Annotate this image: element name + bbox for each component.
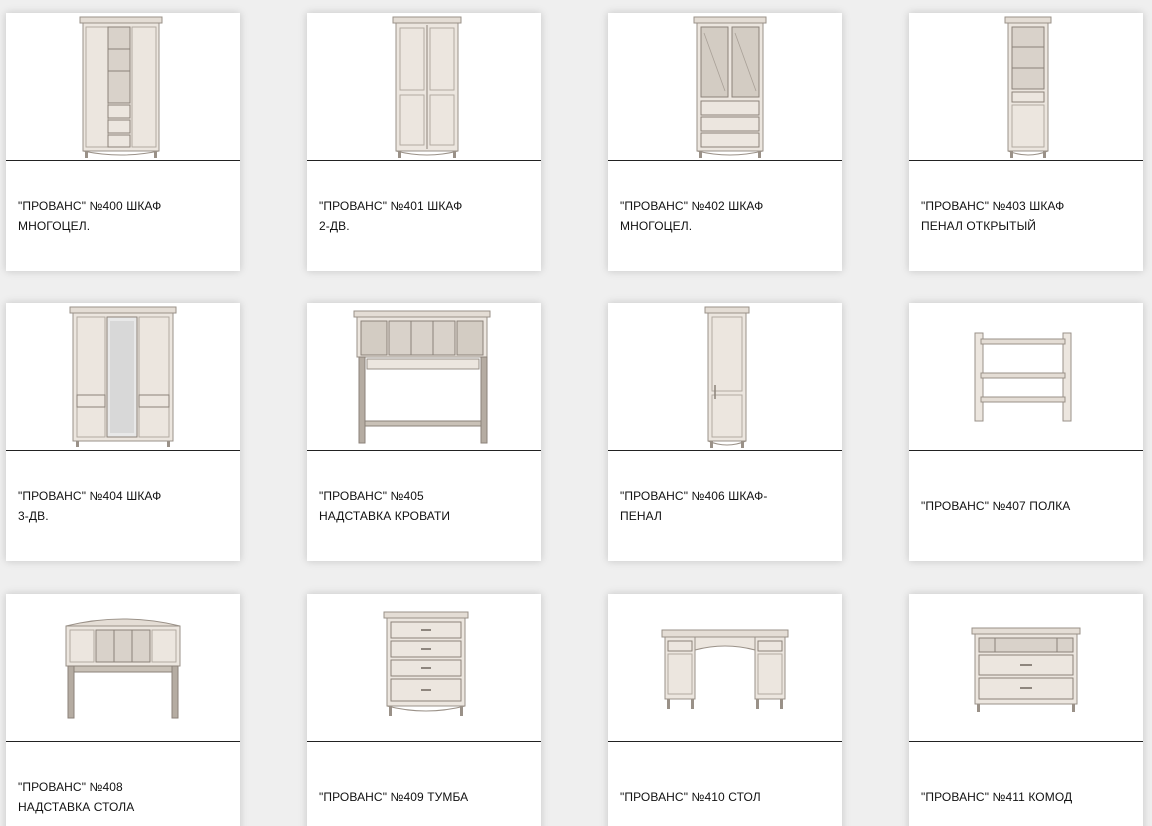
product-name-line1: "ПРОВАНС" №407 ПОЛКА xyxy=(921,499,1071,513)
bed-hutch-icon xyxy=(353,310,491,444)
product-name[interactable]: "ПРОВАНС" №411 КОМОД xyxy=(921,742,1135,826)
product-name[interactable]: "ПРОВАНС" №401 ШКАФ 2-ДВ. xyxy=(319,161,533,271)
product-image[interactable] xyxy=(6,594,240,741)
product-name[interactable]: "ПРОВАНС" №407 ПОЛКА xyxy=(921,451,1135,561)
product-name[interactable]: "ПРОВАНС" №400 ШКАФ МНОГОЦЕЛ. xyxy=(18,161,232,271)
product-name-line1: "ПРОВАНС" №404 ШКАФ xyxy=(18,489,162,503)
product-name-line1: "ПРОВАНС" №405 xyxy=(319,489,424,503)
product-card[interactable]: "ПРОВАНС" №408 НАДСТАВКА СТОЛА xyxy=(6,594,240,826)
product-card[interactable]: "ПРОВАНС" №401 ШКАФ 2-ДВ. xyxy=(307,13,541,271)
product-image[interactable] xyxy=(909,13,1143,160)
product-name[interactable]: "ПРОВАНС" №409 ТУМБА xyxy=(319,742,533,826)
product-name-line2: НАДСТАВКА СТОЛА xyxy=(18,800,135,814)
product-name-line1: "ПРОВАНС" №401 ШКАФ xyxy=(319,199,463,213)
product-name-line2: НАДСТАВКА КРОВАТИ xyxy=(319,509,451,523)
product-name-line2: 2-ДВ. xyxy=(319,219,350,233)
product-name-line1: "ПРОВАНС" №403 ШКАФ xyxy=(921,199,1065,213)
writing-desk-icon xyxy=(661,629,789,709)
glass-cabinet-drawers-icon xyxy=(693,16,767,158)
product-name[interactable]: "ПРОВАНС" №405 НАДСТАВКА КРОВАТИ xyxy=(319,451,533,561)
product-name[interactable]: "ПРОВАНС" №408 НАДСТАВКА СТОЛА xyxy=(18,742,232,826)
product-name-line2: ПЕНАЛ ОТКРЫТЫЙ xyxy=(921,219,1037,233)
product-name-line2: 3-ДВ. xyxy=(18,509,49,523)
product-card[interactable]: "ПРОВАНС" №402 ШКАФ МНОГОЦЕЛ. xyxy=(608,13,842,271)
product-image[interactable] xyxy=(608,13,842,160)
desk-hutch-icon xyxy=(65,618,181,719)
product-image[interactable] xyxy=(6,13,240,160)
product-name[interactable]: "ПРОВАНС" №402 ШКАФ МНОГОЦЕЛ. xyxy=(620,161,834,271)
product-name-line1: "ПРОВАНС" №410 СТОЛ xyxy=(620,790,761,804)
product-name-line1: "ПРОВАНС" №402 ШКАФ xyxy=(620,199,764,213)
narrow-tall-cabinet-icon xyxy=(704,306,750,448)
product-image[interactable] xyxy=(307,13,541,160)
product-card[interactable]: "ПРОВАНС" №411 КОМОД xyxy=(909,594,1143,826)
product-image[interactable] xyxy=(307,594,541,741)
product-card[interactable]: "ПРОВАНС" №403 ШКАФ ПЕНАЛ ОТКРЫТЫЙ xyxy=(909,13,1143,271)
product-name-line2: ПЕНАЛ xyxy=(620,509,662,523)
open-tall-cabinet-icon xyxy=(1004,16,1052,158)
product-name[interactable]: "ПРОВАНС" №406 ШКАФ- ПЕНАЛ xyxy=(620,451,834,561)
wardrobe-multipurpose-icon xyxy=(79,16,163,158)
wardrobe-2-door-icon xyxy=(392,16,462,158)
product-card[interactable]: "ПРОВАНС" №404 ШКАФ 3-ДВ. xyxy=(6,303,240,561)
wardrobe-3-door-mirror-icon xyxy=(69,306,177,447)
product-image[interactable] xyxy=(909,303,1143,450)
product-card[interactable]: "ПРОВАНС" №406 ШКАФ- ПЕНАЛ xyxy=(608,303,842,561)
product-name[interactable]: "ПРОВАНС" №410 СТОЛ xyxy=(620,742,834,826)
product-name-line1: "ПРОВАНС" №411 КОМОД xyxy=(921,790,1073,804)
product-card[interactable]: "ПРОВАНС" №405 НАДСТАВКА КРОВАТИ xyxy=(307,303,541,561)
product-card[interactable]: "ПРОВАНС" №400 ШКАФ МНОГОЦЕЛ. xyxy=(6,13,240,271)
product-name-line1: "ПРОВАНС" №409 ТУМБА xyxy=(319,790,469,804)
product-name-line2: МНОГОЦЕЛ. xyxy=(620,219,693,233)
product-image[interactable] xyxy=(608,594,842,741)
commode-icon xyxy=(971,627,1081,712)
chest-of-drawers-icon xyxy=(383,611,469,716)
product-grid: "ПРОВАНС" №400 ШКАФ МНОГОЦЕЛ. "ПРОВАНС" … xyxy=(0,0,1152,826)
product-name-line1: "ПРОВАНС" №408 xyxy=(18,780,123,794)
product-name[interactable]: "ПРОВАНС" №403 ШКАФ ПЕНАЛ ОТКРЫТЫЙ xyxy=(921,161,1135,271)
product-card[interactable]: "ПРОВАНС" №410 СТОЛ xyxy=(608,594,842,826)
product-name-line1: "ПРОВАНС" №400 ШКАФ xyxy=(18,199,162,213)
product-image[interactable] xyxy=(608,303,842,450)
product-name[interactable]: "ПРОВАНС" №404 ШКАФ 3-ДВ. xyxy=(18,451,232,561)
product-image[interactable] xyxy=(307,303,541,450)
wall-shelf-icon xyxy=(974,332,1072,422)
product-image[interactable] xyxy=(909,594,1143,741)
product-image[interactable] xyxy=(6,303,240,450)
product-card[interactable]: "ПРОВАНС" №407 ПОЛКА xyxy=(909,303,1143,561)
product-card[interactable]: "ПРОВАНС" №409 ТУМБА xyxy=(307,594,541,826)
product-name-line1: "ПРОВАНС" №406 ШКАФ- xyxy=(620,489,768,503)
product-name-line2: МНОГОЦЕЛ. xyxy=(18,219,91,233)
